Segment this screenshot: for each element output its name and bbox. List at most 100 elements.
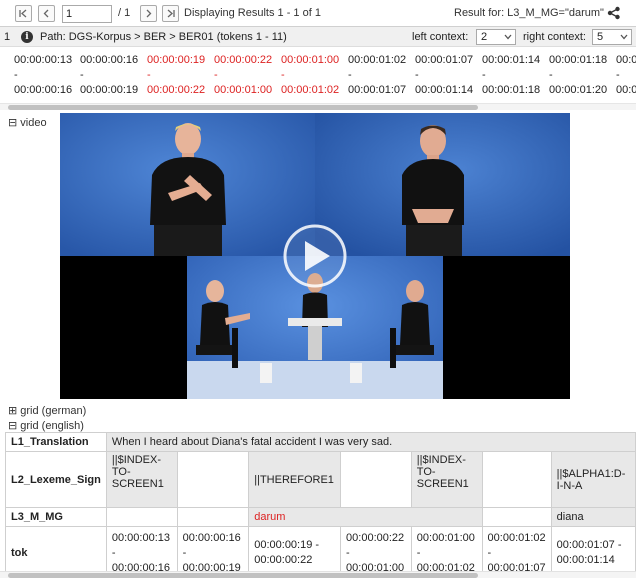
row-label: L3_M_MG xyxy=(5,507,107,527)
grid-german-label: grid (german) xyxy=(20,405,87,417)
chevron-right-icon xyxy=(146,9,152,18)
chevron-left-icon xyxy=(43,9,49,18)
tok-start: 00:00:00:22 xyxy=(346,531,405,544)
video-frame-image xyxy=(60,113,570,399)
range-dash: - xyxy=(616,69,620,81)
path-bar: 1 i Path: DGS-Korpus > BER > BER01 (toke… xyxy=(0,27,636,47)
tok-end: 00:00:01:14 xyxy=(556,554,615,566)
next-page-button[interactable] xyxy=(140,5,157,22)
empty-cell xyxy=(176,507,250,527)
range-dash: - xyxy=(214,69,218,81)
start-time-match[interactable]: 00:00:00:19 xyxy=(147,54,205,66)
chevron-down-icon xyxy=(620,34,628,40)
start-time[interactable]: 00:00:00:16 xyxy=(80,54,138,66)
start-time[interactable]: 00:00:01:02 xyxy=(348,54,406,66)
grid-german-toggle[interactable]: ⊞ grid (german) xyxy=(8,404,86,417)
page-total: / 1 xyxy=(118,7,131,19)
left-context-label: left context: xyxy=(412,31,469,43)
start-time-match[interactable]: 00:00:00:22 xyxy=(214,54,272,66)
end-time-match[interactable]: 00:00:01:02 xyxy=(281,84,339,96)
previous-page-button[interactable] xyxy=(38,5,55,22)
first-page-button[interactable] xyxy=(15,5,32,22)
expand-icon: ⊞ xyxy=(8,405,18,417)
lexeme-cell: ||$INDEX-TO-SCREEN1 xyxy=(410,451,483,508)
results-count-text: Displaying Results 1 - 1 of 1 xyxy=(184,7,321,19)
range-dash: - xyxy=(147,69,151,81)
first-page-icon xyxy=(19,9,27,18)
grid-english-label: grid (english) xyxy=(20,420,84,432)
end-time[interactable]: 00:00:01:20 xyxy=(549,84,607,96)
annotation-grid: L1_Translation When I heard about Diana'… xyxy=(5,432,636,578)
start-time[interactable]: 00:00:00:13 xyxy=(14,54,72,66)
end-time-match[interactable]: 00:00:00:22 xyxy=(147,84,205,96)
tok-start: 00:00:00:13 xyxy=(111,531,170,544)
empty-cell xyxy=(340,451,412,508)
tok-dash: - xyxy=(487,546,492,559)
translation-row: L1_Translation When I heard about Diana'… xyxy=(5,432,636,452)
start-time[interactable]: 00:00:01:07 xyxy=(415,54,473,66)
tok-dash: - xyxy=(346,546,350,559)
tok-start: 00:00:01:02 xyxy=(487,531,546,544)
range-dash: - xyxy=(482,69,486,81)
row-label: L1_Translation xyxy=(5,432,107,452)
start-time[interactable]: 00:00:01:14 xyxy=(482,54,540,66)
video-player[interactable] xyxy=(60,113,570,399)
share-icon[interactable] xyxy=(606,5,622,21)
end-time-match[interactable]: 00:00:01:00 xyxy=(214,84,272,96)
last-page-icon xyxy=(167,9,175,18)
video-toggle[interactable]: ⊟ video xyxy=(8,116,47,129)
range-dash: - xyxy=(549,69,553,81)
last-page-button[interactable] xyxy=(162,5,179,22)
token-timestamp-strip: 00:00:00:13 00:00:00:16 00:00:00:19 00:0… xyxy=(0,48,636,103)
tok-dash: - xyxy=(182,546,187,559)
tok-dash: - xyxy=(111,546,116,559)
range-dash: - xyxy=(348,69,352,81)
lexeme-cell: ||$ALPHA1:D-I-N-A xyxy=(550,451,636,508)
scrollbar-thumb[interactable] xyxy=(8,105,478,110)
empty-cell xyxy=(481,507,552,527)
empty-cell xyxy=(176,451,250,508)
end-times-row: 00:00:00:16 00:00:00:19 00:00:00:22 00:0… xyxy=(0,84,636,97)
lexeme-row: L2_Lexeme_Sign ||$INDEX-TO-SCREEN1 ||THE… xyxy=(5,451,636,508)
end-time[interactable]: 00:00:01:07 xyxy=(348,84,406,96)
grid-english-toggle[interactable]: ⊟ grid (english) xyxy=(8,419,84,432)
chevron-down-icon xyxy=(504,34,512,40)
empty-cell xyxy=(481,451,552,508)
end-time[interactable]: 00:00:00:19 xyxy=(80,84,138,96)
mouth-cell: diana xyxy=(550,507,636,527)
lexeme-cell: ||THEREFORE1 xyxy=(248,451,342,508)
page-number-input[interactable] xyxy=(62,5,112,23)
left-context-select[interactable]: 2 xyxy=(476,29,516,45)
corpus-path: Path: DGS-Korpus > BER > BER01 (tokens 1… xyxy=(40,31,287,43)
start-time[interactable]: 00:0 xyxy=(616,54,636,66)
right-context-select[interactable]: 5 xyxy=(592,29,632,45)
translation-cell: When I heard about Diana's fatal acciden… xyxy=(105,432,636,452)
tok-start: 00:00:00:16 xyxy=(182,531,241,544)
row-label: L2_Lexeme_Sign xyxy=(5,451,107,508)
horizontal-scrollbar[interactable] xyxy=(0,103,636,110)
info-icon[interactable]: i xyxy=(21,31,33,43)
start-time[interactable]: 00:00:01:18 xyxy=(549,54,607,66)
grid-horizontal-scrollbar[interactable] xyxy=(0,571,636,578)
mouth-row: L3_M_MG darum diana xyxy=(5,507,636,527)
end-time[interactable]: 00:00:01:18 xyxy=(482,84,540,96)
right-context-value: 5 xyxy=(597,31,604,43)
result-number: 1 xyxy=(4,31,11,43)
end-time[interactable]: 00:0 xyxy=(616,84,636,96)
video-label: video xyxy=(20,117,47,129)
collapse-icon: ⊟ xyxy=(8,117,18,129)
tok-dash: - xyxy=(416,546,421,559)
scrollbar-thumb[interactable] xyxy=(8,573,478,578)
mouth-cell-match: darum xyxy=(248,507,483,527)
start-times-row: 00:00:00:13 00:00:00:16 00:00:00:19 00:0… xyxy=(0,54,636,67)
left-context-value: 2 xyxy=(481,31,488,43)
end-time[interactable]: 00:00:01:14 xyxy=(415,84,473,96)
range-dash: - xyxy=(281,69,285,81)
start-time-match[interactable]: 00:00:01:00 xyxy=(281,54,339,66)
tok-start: 00:00:01:00 xyxy=(416,531,475,544)
end-time[interactable]: 00:00:00:16 xyxy=(14,84,72,96)
right-context-label: right context: xyxy=(523,31,586,43)
results-toolbar: / 1 Displaying Results 1 - 1 of 1 Result… xyxy=(0,0,636,27)
range-dash: - xyxy=(415,69,419,81)
empty-cell xyxy=(105,507,178,527)
